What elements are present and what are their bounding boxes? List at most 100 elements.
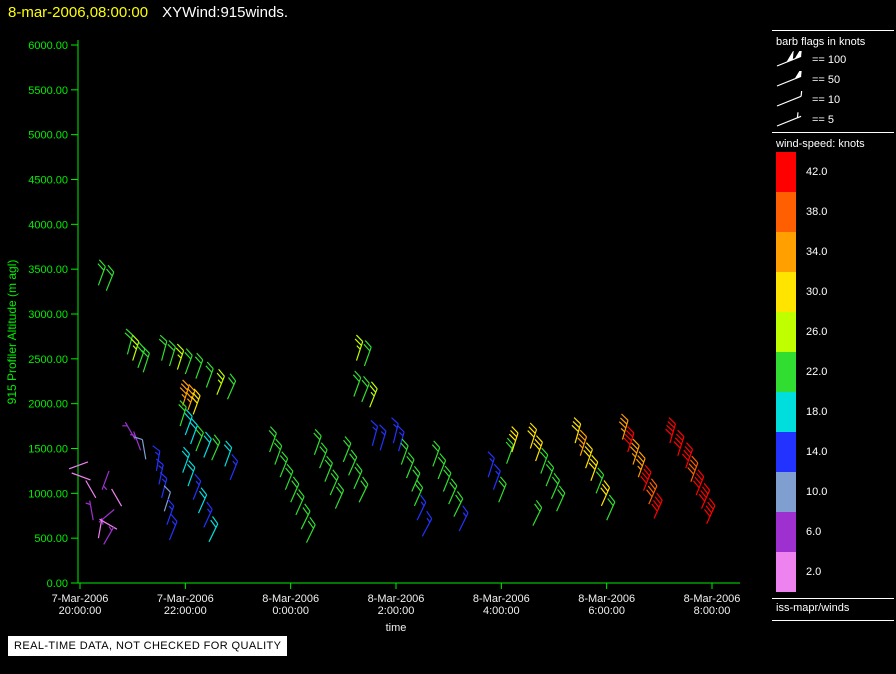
barb-shaft xyxy=(184,409,193,436)
barb-shaft xyxy=(431,440,441,467)
barb-shaft xyxy=(354,334,364,361)
quality-banner: REAL-TIME DATA, NOT CHECKED FOR QUALITY xyxy=(8,636,288,656)
wind-barb xyxy=(273,438,283,465)
barb-shaft xyxy=(319,442,328,469)
wind-barb xyxy=(651,492,663,519)
barb-shaft xyxy=(361,376,370,403)
wind-barb xyxy=(85,480,97,499)
wind-barb xyxy=(197,487,208,514)
wind-barb xyxy=(442,465,452,492)
barb-shaft xyxy=(681,442,694,469)
barb-shaft xyxy=(279,451,289,478)
barb-shaft xyxy=(185,383,196,411)
barb-shaft xyxy=(163,485,171,512)
wind-barb xyxy=(194,352,204,379)
wind-barb xyxy=(103,526,115,545)
barb-shaft xyxy=(358,476,369,503)
barb-shaft xyxy=(673,429,685,456)
y-tick-label: 1000.00 xyxy=(28,488,68,500)
x-tick-time: 6:00:00 xyxy=(588,605,625,617)
wind-barb xyxy=(184,348,193,375)
wind-barb xyxy=(358,476,369,503)
barb-shaft xyxy=(103,526,115,545)
y-tick-label: 6000.00 xyxy=(28,40,68,52)
speed-color-swatch xyxy=(776,352,796,392)
barb-shaft xyxy=(152,445,161,472)
wind-barb xyxy=(71,472,91,481)
x-tick-time: 22:00:00 xyxy=(164,605,207,617)
x-tick-date: 7-Mar-2006 xyxy=(52,593,109,605)
barb-shaft xyxy=(97,259,106,286)
legend-footer: iss-mapr/winds xyxy=(776,602,850,614)
barb-shaft xyxy=(136,341,146,369)
speed-scale-row: 10.0 xyxy=(776,472,827,512)
wind-barb xyxy=(508,426,519,453)
speed-value-label: 26.0 xyxy=(806,326,828,338)
wind-barb xyxy=(324,455,333,482)
barb-shaft xyxy=(295,489,305,516)
wind-barb xyxy=(141,346,150,373)
barb-shaft xyxy=(665,417,676,444)
wind-barb xyxy=(606,494,616,521)
wind-barb xyxy=(124,328,134,355)
barb-shaft xyxy=(442,465,452,492)
barb-shaft xyxy=(305,517,316,543)
wind-barb xyxy=(186,460,196,487)
speed-scale-row: 14.0 xyxy=(776,432,827,472)
barb-shaft xyxy=(226,373,237,400)
y-axis-title: 915 Profiler Altitude (m agl) xyxy=(5,260,19,405)
wind-barb xyxy=(776,51,802,67)
wind-barb xyxy=(205,361,214,388)
speed-value-label: 14.0 xyxy=(806,446,828,458)
wind-barb xyxy=(421,510,433,537)
wind-barb xyxy=(166,498,175,525)
wind-barb xyxy=(290,476,300,503)
speed-scale-row: 34.0 xyxy=(776,232,827,272)
barb-shaft xyxy=(130,334,140,361)
barb-shaft xyxy=(211,434,221,461)
wind-barb xyxy=(168,514,178,541)
barb-shaft xyxy=(190,388,201,415)
wind-barb xyxy=(208,516,219,543)
speed-value-label: 6.0 xyxy=(806,526,822,538)
wind-barb xyxy=(550,472,561,499)
y-tick-label: 1500.00 xyxy=(28,444,68,456)
x-tick-time: 2:00:00 xyxy=(378,605,415,617)
wind-barb xyxy=(352,370,362,397)
speed-value-label: 42.0 xyxy=(806,166,828,178)
y-tick-label: 3000.00 xyxy=(28,309,68,321)
wind-barb xyxy=(776,71,802,87)
title-timestamp: 8-mar-2006,08:00:00 xyxy=(8,4,149,21)
x-tick-date: 8-Mar-2006 xyxy=(684,593,741,605)
wind-barb xyxy=(353,463,363,490)
barb-shaft xyxy=(352,370,362,397)
wind-barb xyxy=(400,438,409,465)
barb-symbol-icon xyxy=(776,51,802,67)
wind-barb xyxy=(284,463,294,490)
speed-color-swatch xyxy=(776,272,796,312)
barb-shaft xyxy=(203,431,212,458)
barb-shaft xyxy=(635,451,646,478)
barb-shaft xyxy=(168,514,178,541)
barb-shaft xyxy=(273,438,283,465)
wind-barb xyxy=(85,500,94,521)
speed-scale-row: 26.0 xyxy=(776,312,827,352)
y-tick-label: 4500.00 xyxy=(28,175,68,187)
speed-color-swatch xyxy=(776,432,796,472)
wind-barb xyxy=(539,447,549,474)
barb-shaft xyxy=(184,348,193,375)
speed-scale-row: 38.0 xyxy=(776,192,827,232)
wind-barb xyxy=(152,445,161,472)
barb-shaft xyxy=(223,440,233,467)
x-tick-date: 7-Mar-2006 xyxy=(157,593,214,605)
barb-shaft xyxy=(290,476,300,503)
x-tick-time: 4:00:00 xyxy=(483,605,520,617)
wind-barb xyxy=(305,517,316,543)
wind-barb xyxy=(211,434,221,461)
wind-barb xyxy=(190,388,201,415)
wind-barb xyxy=(192,473,202,500)
barb-shaft xyxy=(776,75,802,87)
barb-shaft xyxy=(111,488,123,507)
speed-scale-row: 6.0 xyxy=(776,512,821,552)
barb-shaft xyxy=(85,480,97,499)
